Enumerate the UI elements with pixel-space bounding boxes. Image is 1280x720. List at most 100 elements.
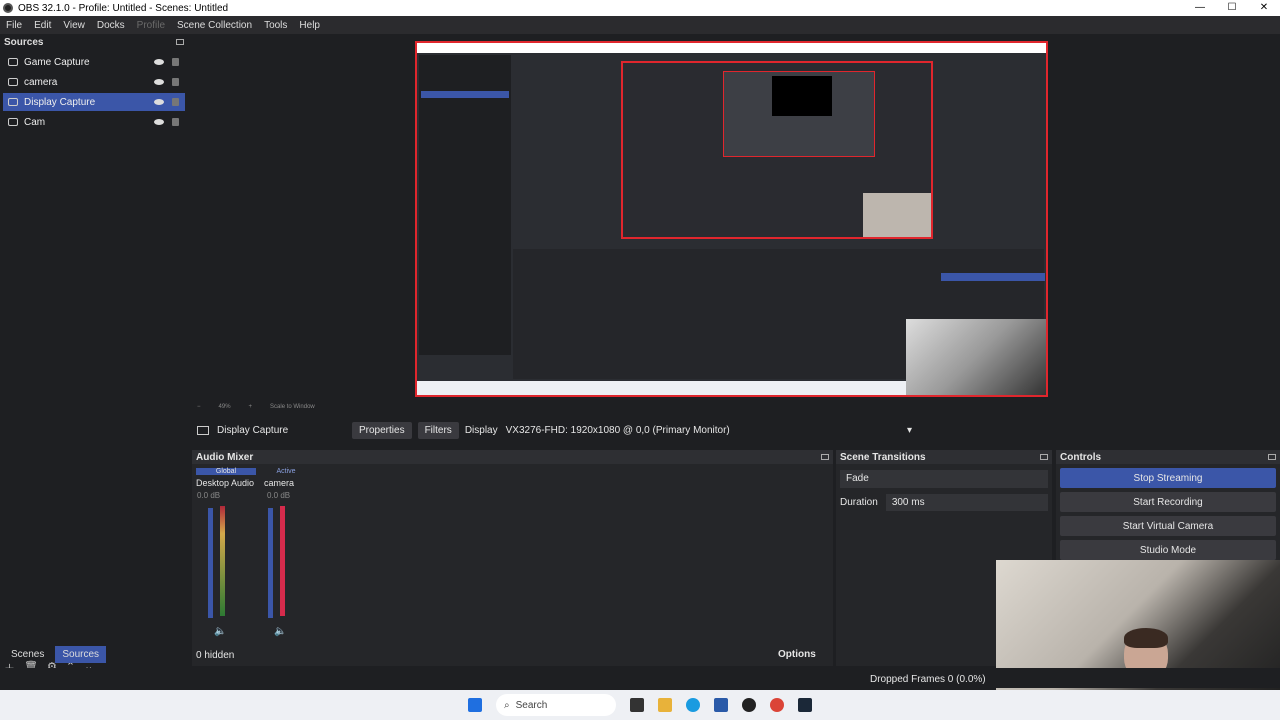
source-item-display-capture[interactable]: Display Capture	[3, 93, 185, 111]
camera-db: 0.0 dB	[267, 491, 291, 500]
title-bar: OBS 32.1.0 - Profile: Untitled - Scenes:…	[0, 0, 1280, 16]
speaker-icon[interactable]: 🔈	[214, 626, 226, 637]
source-item-cam[interactable]: Cam	[3, 113, 185, 131]
audio-mixer-dock: Audio Mixer Global Active Desktop Audio …	[192, 450, 833, 666]
nested-selected-row	[421, 91, 509, 98]
selected-source-name: Display Capture	[217, 424, 289, 436]
source-label: camera	[24, 76, 58, 88]
menu-bar: File Edit View Docks Profile Scene Colle…	[0, 16, 1280, 34]
undock-icon[interactable]	[1268, 454, 1276, 460]
display-select[interactable]: VX3276-FHD: 1920x1080 @ 0,0 (Primary Mon…	[506, 425, 907, 436]
level-meter	[220, 506, 225, 616]
lock-icon[interactable]	[172, 118, 179, 126]
mixer-header: Audio Mixer	[192, 450, 833, 464]
search-icon: ⌕	[504, 699, 510, 711]
visibility-eye-icon[interactable]	[154, 99, 164, 105]
volume-slider[interactable]	[268, 508, 273, 618]
zoom-bar: − 49% + Scale to Window	[193, 401, 1273, 413]
lock-icon[interactable]	[172, 98, 179, 106]
menu-view[interactable]: View	[57, 20, 91, 31]
nested-titlebar	[417, 43, 1046, 53]
menu-tools[interactable]: Tools	[258, 20, 293, 31]
preview-canvas[interactable]	[415, 41, 1048, 397]
studio-mode-button[interactable]: Studio Mode	[1060, 540, 1276, 560]
tab-scenes[interactable]: Scenes	[4, 646, 51, 663]
scale-mode[interactable]: Scale to Window	[270, 404, 315, 410]
obs-taskbar-icon[interactable]	[742, 698, 756, 712]
source-item-game-capture[interactable]: Game Capture	[3, 53, 185, 71]
monitor-icon	[8, 98, 18, 106]
task-view-icon[interactable]	[630, 698, 644, 712]
camera-icon	[8, 118, 18, 126]
menu-edit[interactable]: Edit	[28, 20, 57, 31]
store-icon[interactable]	[714, 698, 728, 712]
source-label: Game Capture	[24, 56, 90, 68]
desktop-audio-db: 0.0 dB	[197, 491, 221, 500]
lock-icon[interactable]	[172, 58, 179, 66]
source-label: Cam	[24, 116, 46, 128]
nested-cam-thumb	[863, 193, 931, 237]
chevron-down-icon[interactable]: ▾	[907, 425, 912, 436]
zoom-out-icon[interactable]: −	[197, 404, 201, 410]
edge-icon[interactable]	[686, 698, 700, 712]
speaker-icon[interactable]: 🔈	[274, 626, 286, 637]
stop-streaming-button[interactable]: Stop Streaming	[1060, 468, 1276, 488]
controls-header: Controls	[1056, 450, 1280, 464]
gamepad-icon	[8, 58, 18, 66]
maximize-button[interactable]: ☐	[1216, 0, 1248, 16]
sources-title: Sources	[4, 36, 44, 48]
nested-preview-inner	[723, 71, 875, 157]
chrome-icon[interactable]	[770, 698, 784, 712]
start-recording-button[interactable]: Start Recording	[1060, 492, 1276, 512]
duration-input[interactable]: 300 ms	[885, 494, 1048, 511]
transition-type-select[interactable]: Fade	[840, 470, 1048, 488]
undock-icon[interactable]	[821, 454, 829, 460]
channel-desktop-audio[interactable]: Desktop Audio	[196, 478, 254, 488]
nested-sources-panel	[419, 55, 511, 355]
mixer-options-button[interactable]: Options	[778, 649, 816, 660]
hidden-count: 0 hidden	[196, 650, 235, 661]
zoom-in-icon[interactable]: +	[249, 404, 253, 410]
properties-button[interactable]: Properties	[352, 421, 412, 439]
minimize-button[interactable]: —	[1184, 0, 1216, 16]
zoom-level: 49%	[218, 404, 231, 410]
visibility-eye-icon[interactable]	[154, 59, 164, 65]
channel-camera[interactable]: camera	[264, 478, 294, 488]
steam-icon[interactable]	[798, 698, 812, 712]
visibility-eye-icon[interactable]	[154, 119, 164, 125]
visibility-eye-icon[interactable]	[154, 79, 164, 85]
nested-taskbar	[417, 381, 906, 395]
menu-file[interactable]: File	[0, 20, 28, 31]
sources-dock: Sources Game Capture camera Display Capt…	[0, 34, 188, 675]
menu-profile[interactable]: Profile	[131, 20, 171, 31]
close-button[interactable]: ✕	[1248, 0, 1280, 16]
undock-icon[interactable]	[1040, 454, 1048, 460]
tab-sources[interactable]: Sources	[55, 646, 107, 663]
start-virtual-camera-button[interactable]: Start Virtual Camera	[1060, 516, 1276, 536]
menu-scene-collection[interactable]: Scene Collection	[171, 20, 258, 31]
active-badge: Active	[276, 468, 296, 475]
lock-icon[interactable]	[172, 78, 179, 86]
display-label: Display	[464, 424, 498, 436]
source-item-camera[interactable]: camera	[3, 73, 185, 91]
menu-help[interactable]: Help	[293, 20, 326, 31]
mixer-title: Audio Mixer	[196, 451, 254, 463]
windows-taskbar: ⌕ Search	[0, 690, 1280, 720]
taskbar-search[interactable]: ⌕ Search	[496, 694, 616, 716]
undock-icon[interactable]	[176, 39, 184, 45]
controls-title: Controls	[1060, 451, 1102, 463]
nested-stop-streaming	[941, 273, 1045, 281]
nested-preview	[621, 61, 933, 239]
source-label: Display Capture	[24, 96, 96, 108]
transitions-title: Scene Transitions	[840, 451, 926, 463]
windows-start-icon[interactable]	[468, 698, 482, 712]
nested-webcam	[906, 319, 1046, 395]
menu-docks[interactable]: Docks	[91, 20, 131, 31]
monitor-icon	[197, 425, 209, 435]
window-title: OBS 32.1.0 - Profile: Untitled - Scenes:…	[18, 2, 229, 14]
person-hair	[1124, 628, 1168, 648]
file-explorer-icon[interactable]	[658, 698, 672, 712]
dock-tabs: Scenes Sources	[4, 646, 107, 663]
filters-button[interactable]: Filters	[417, 421, 459, 439]
volume-slider[interactable]	[208, 508, 213, 618]
